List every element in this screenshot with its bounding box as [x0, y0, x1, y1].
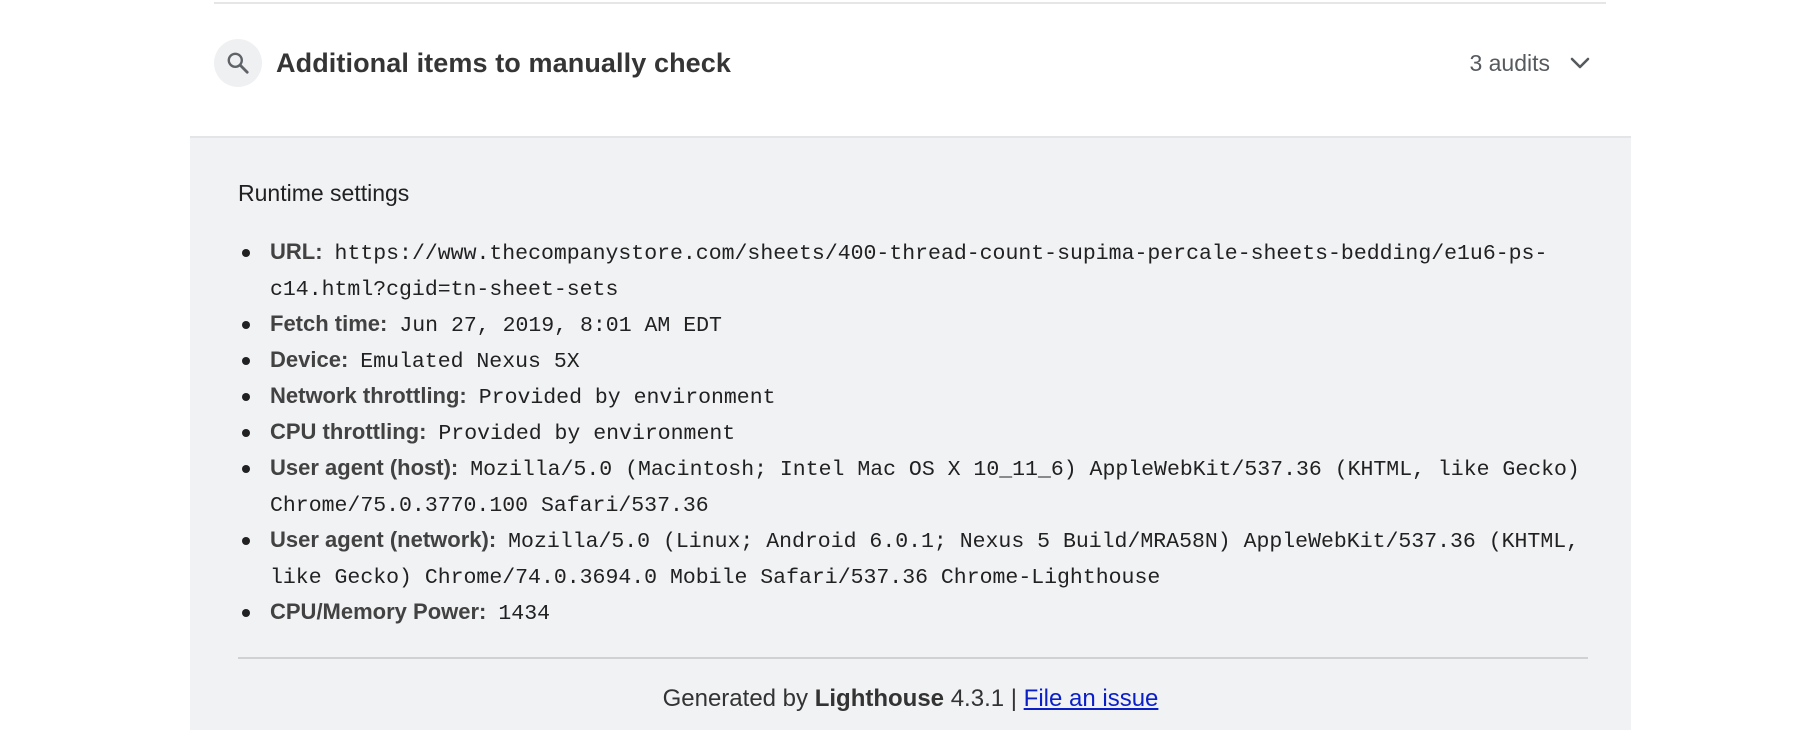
manual-check-group-header[interactable]: Additional items to manually check 3 aud… [214, 37, 1606, 89]
chevron-down-icon[interactable] [1568, 51, 1592, 75]
audit-count: 3 audits [1469, 49, 1550, 76]
bullet-icon [242, 609, 250, 617]
bullet-icon [242, 357, 250, 365]
report-footer: Runtime settings URL: https://www.thecomp… [190, 136, 1631, 730]
bullet-icon [242, 393, 250, 401]
bullet-icon [242, 465, 250, 473]
group-title: Additional items to manually check [276, 47, 732, 78]
setting-value: Provided by environment [438, 422, 736, 446]
setting-name: Network throttling: [270, 383, 467, 408]
list-item: User agent (host): Mozilla/5.0 (Macintosh… [238, 451, 1588, 523]
bullet-icon [242, 321, 250, 329]
setting-name: Device: [270, 347, 349, 372]
setting-value: 1434 [498, 602, 550, 626]
setting-name: User agent (host): [270, 455, 459, 480]
setting-name: Fetch time: [270, 311, 388, 336]
list-item: URL: https://www.thecompanystore.com/shee… [238, 235, 1588, 307]
list-item: CPU throttling: Provided by environment [238, 415, 1588, 451]
setting-value: Provided by environment [478, 386, 776, 410]
setting-value: Mozilla/5.0 (Macintosh; Intel Mac OS X 1… [270, 458, 1580, 518]
setting-value: https://www.thecompanystore.com/sheets/4… [270, 242, 1548, 302]
setting-value: Jun 27, 2019, 8:01 AM EDT [399, 314, 722, 338]
runtime-settings-list: URL: https://www.thecompanystore.com/shee… [238, 235, 1588, 631]
bullet-icon [242, 249, 250, 257]
generated-prefix: Generated by [662, 685, 809, 712]
setting-name: CPU/Memory Power: [270, 599, 487, 624]
setting-value: Emulated Nexus 5X [360, 350, 580, 374]
lighthouse-report-page: Additional items to manually check 3 aud… [0, 0, 1818, 730]
generated-by-line: Generated by Lighthouse 4.3.1 | File an … [190, 685, 1631, 713]
bullet-icon [242, 429, 250, 437]
product-version: 4.3.1 | [950, 685, 1017, 712]
setting-name: URL: [270, 239, 323, 264]
list-item: User agent (network): Mozilla/5.0 (Linux;… [238, 523, 1588, 595]
list-item: Device: Emulated Nexus 5X [238, 343, 1588, 379]
bullet-icon [242, 537, 250, 545]
file-issue-link[interactable]: File an issue [1024, 685, 1159, 712]
section-divider [214, 2, 1606, 4]
runtime-settings-title: Runtime settings [238, 180, 410, 206]
list-item: Network throttling: Provided by environme… [238, 379, 1588, 415]
group-toggle[interactable]: 3 audits [1469, 50, 1592, 77]
product-name: Lighthouse [814, 685, 945, 712]
footer-divider [238, 657, 1588, 659]
search-icon [214, 39, 262, 87]
setting-name: User agent (network): [270, 527, 497, 552]
list-item: Fetch time: Jun 27, 2019, 8:01 AM EDT [238, 307, 1588, 343]
setting-name: CPU throttling: [270, 419, 427, 444]
list-item: CPU/Memory Power: 1434 [238, 595, 1588, 631]
